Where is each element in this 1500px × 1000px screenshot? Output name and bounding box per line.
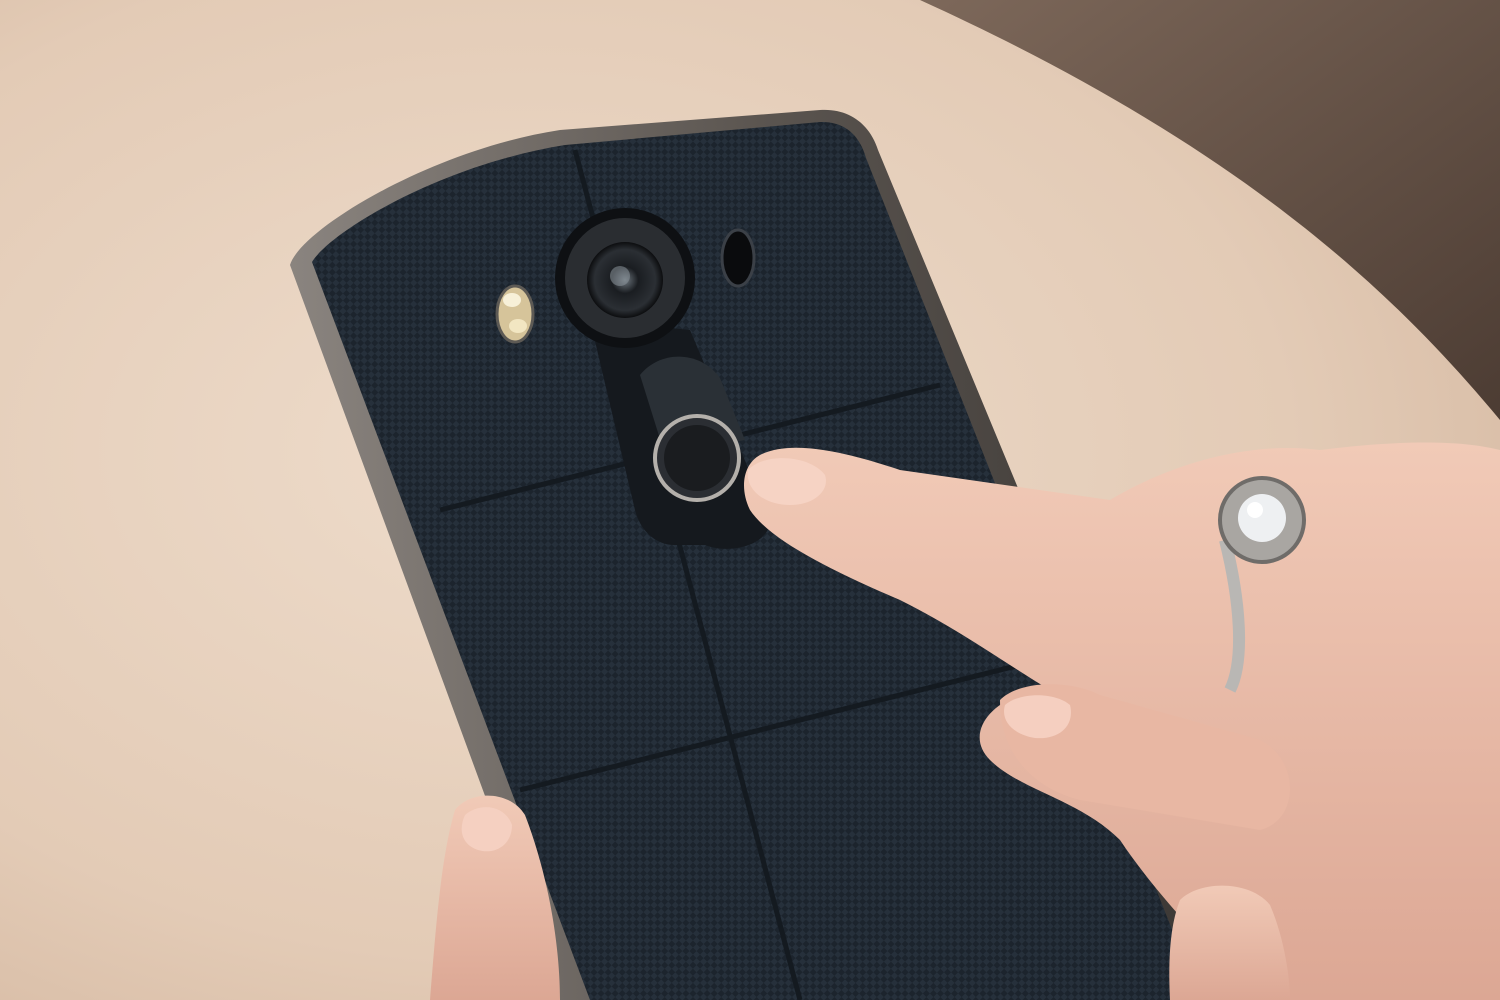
flash-led-top	[503, 293, 521, 307]
photo-scene	[0, 0, 1500, 1000]
photo-svg	[0, 0, 1500, 1000]
flash-led-bottom	[509, 319, 527, 333]
lens-glint	[610, 266, 630, 286]
ring-gem	[1238, 494, 1286, 542]
fingerprint-sensor	[664, 425, 730, 491]
laser-sensor	[720, 228, 756, 288]
ring-gem-highlight	[1247, 502, 1263, 518]
